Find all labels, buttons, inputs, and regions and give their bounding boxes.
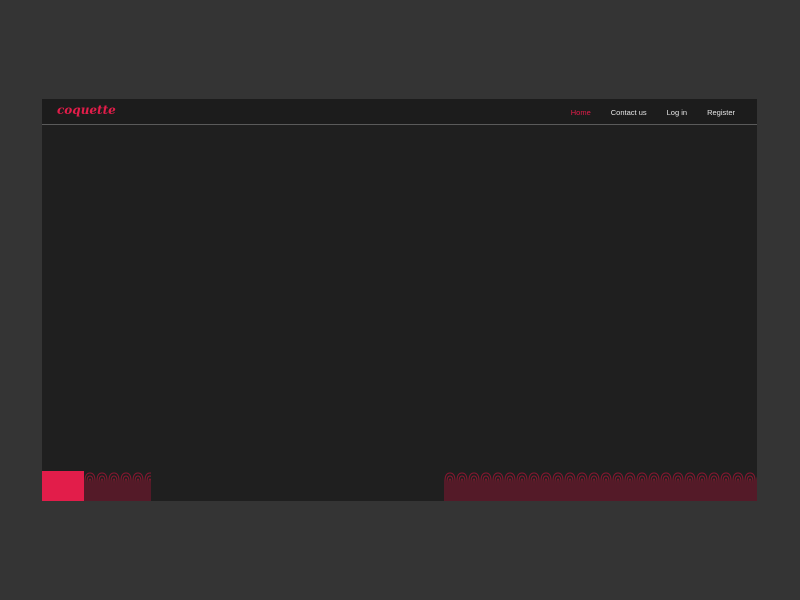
top-navbar: coquette Home Contact us Log in Register: [42, 99, 757, 125]
hero-area: [42, 125, 757, 471]
nav-register-link[interactable]: Register: [707, 108, 735, 117]
nav-home-link[interactable]: Home: [571, 108, 591, 117]
decorative-footer-strip: [42, 471, 757, 501]
canvas: coquette Home Contact us Log in Register: [0, 0, 800, 600]
website-frame: coquette Home Contact us Log in Register: [42, 99, 757, 501]
site-logo[interactable]: coquette: [57, 103, 116, 117]
accent-block: [42, 471, 84, 501]
arch-pattern-right: [444, 471, 757, 501]
nav-contact-link[interactable]: Contact us: [611, 108, 647, 117]
arch-pattern-left: [84, 471, 151, 501]
nav-login-link[interactable]: Log in: [667, 108, 687, 117]
main-nav: Home Contact us Log in Register: [571, 99, 735, 125]
